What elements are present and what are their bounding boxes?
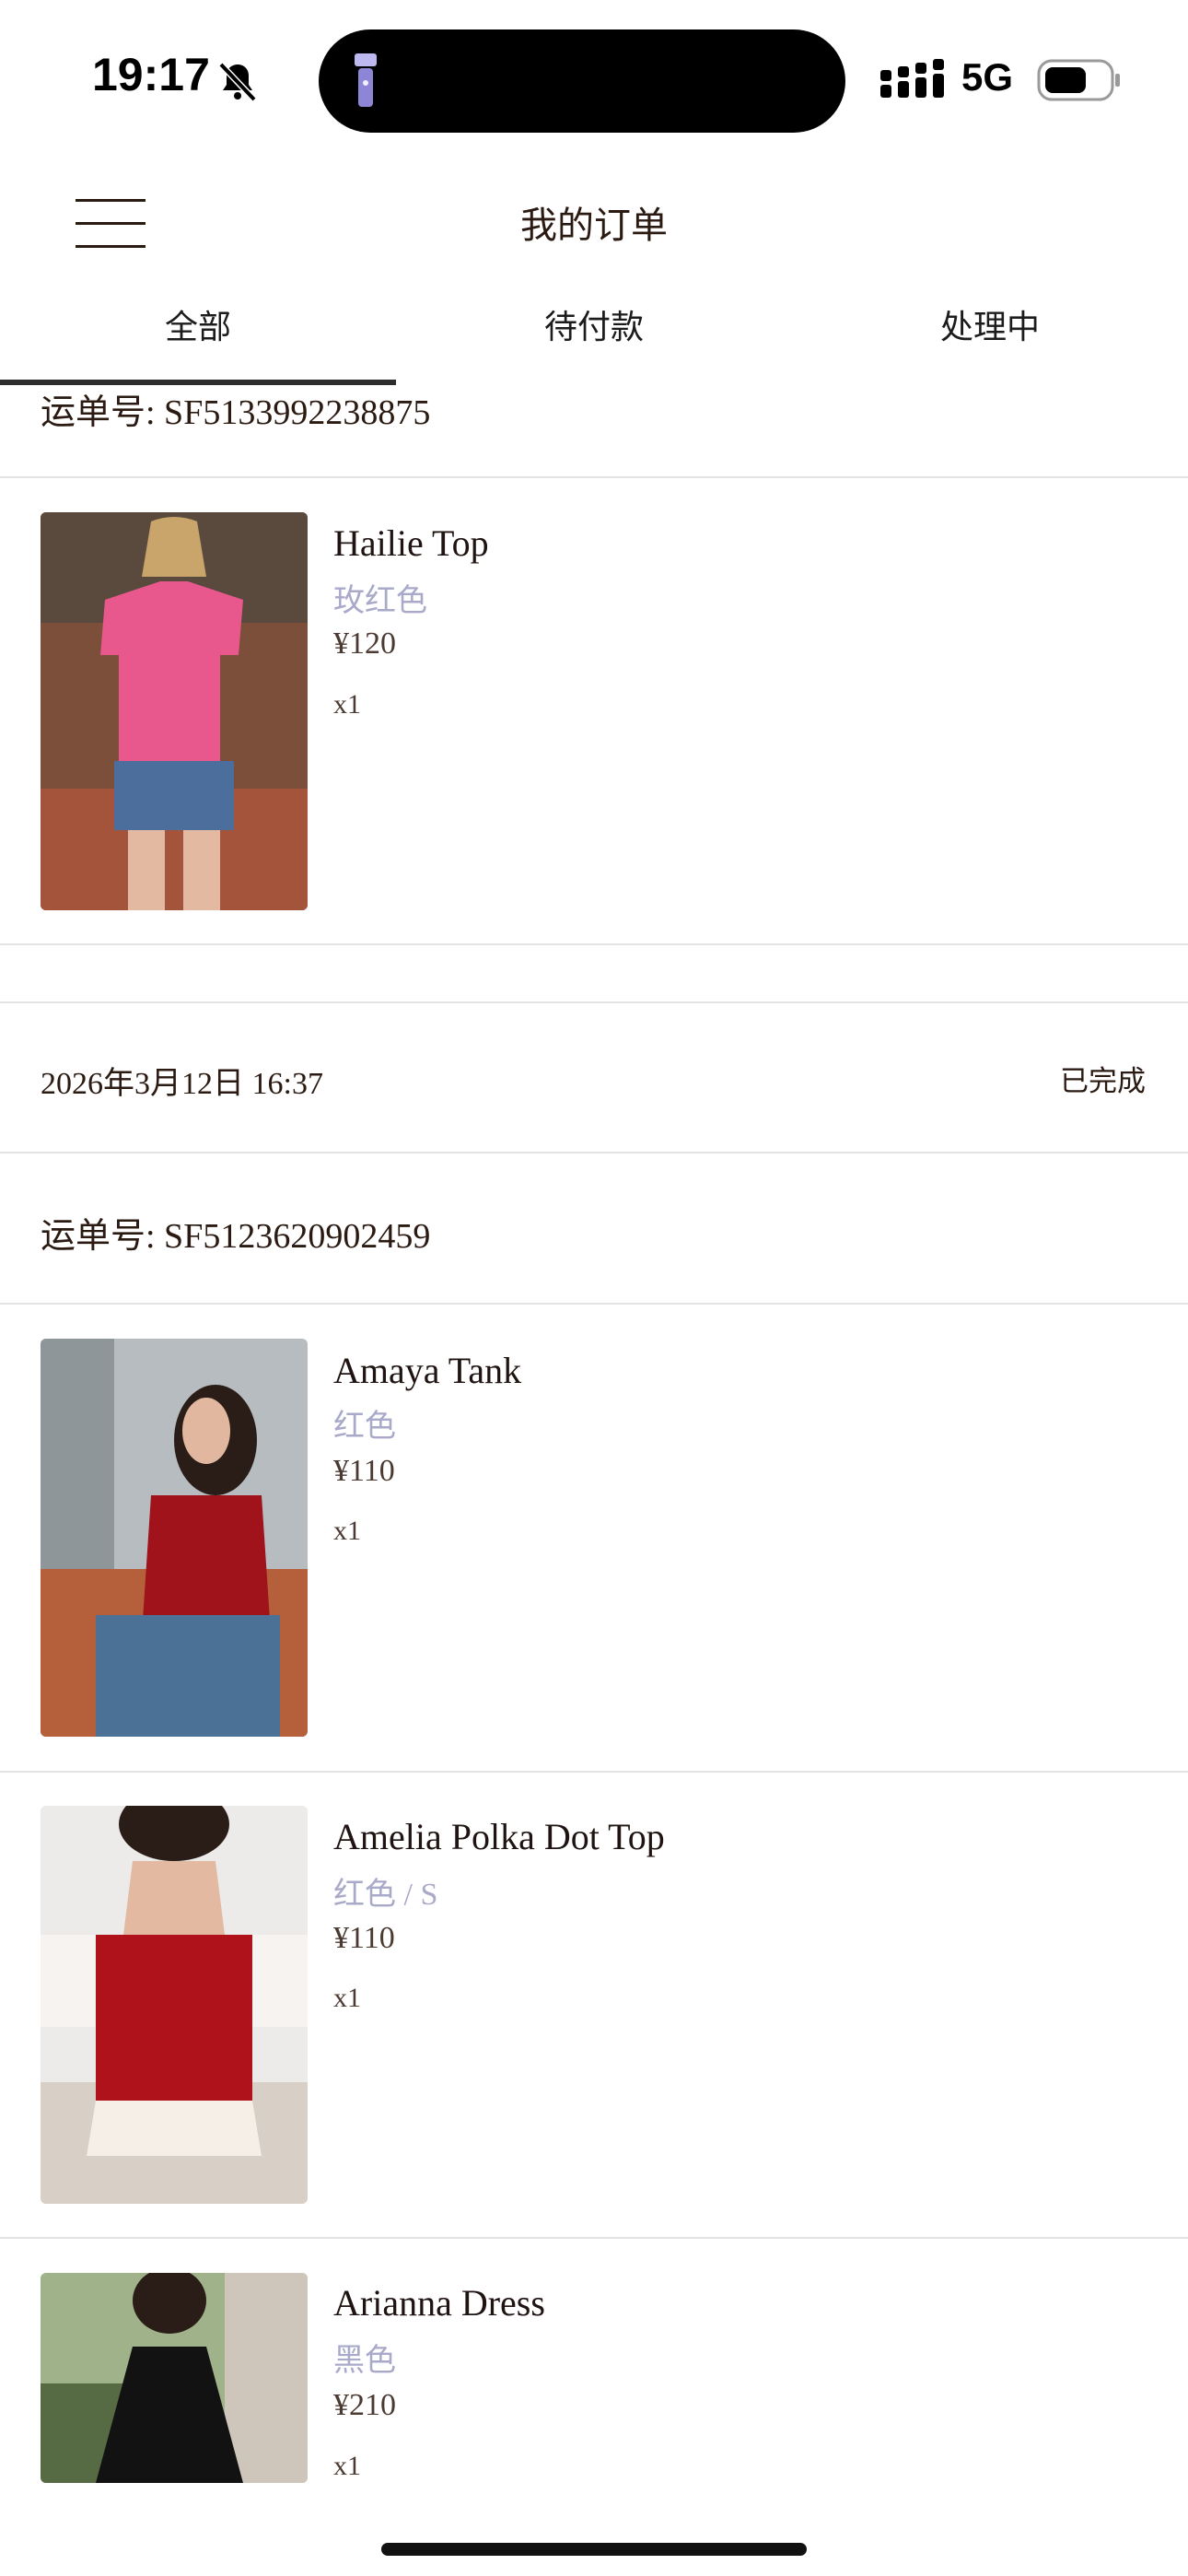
product-image[interactable] (41, 1339, 308, 1737)
product-image[interactable] (41, 512, 308, 910)
product-variant: 红色 (333, 1410, 396, 1444)
battery-icon (1037, 59, 1120, 101)
product-quantity: x1 (333, 2451, 361, 2481)
divider (0, 2237, 1188, 2239)
product-price: ¥110 (333, 1454, 395, 1488)
tab-pending-payment[interactable]: 待付款 (396, 300, 792, 348)
product-price: ¥110 (333, 1921, 395, 1955)
status-time: 19:17 (92, 49, 210, 100)
tab-processing[interactable]: 处理中 (792, 300, 1188, 348)
order-date: 2026年3月12日 16:37 (41, 1067, 323, 1101)
network-type: 5G (961, 55, 1014, 99)
product-image[interactable] (41, 1806, 308, 2204)
product-name[interactable]: Amaya Tank (333, 1349, 521, 1392)
signal-icon (880, 59, 944, 98)
waybill-number[interactable]: 运单号: SF5133992238875 (41, 383, 430, 434)
product-image[interactable] (41, 2273, 308, 2483)
product-variant: 玫红色 (333, 584, 427, 618)
tab-all[interactable]: 全部 (0, 300, 396, 348)
product-price: ¥210 (333, 2388, 396, 2422)
divider (0, 943, 1188, 945)
order-status: 已完成 (1060, 1065, 1146, 1097)
bell-slash-icon (218, 62, 257, 102)
divider (0, 1152, 1188, 1153)
divider (0, 1771, 1188, 1773)
product-variant: 黑色 (333, 2344, 396, 2378)
product-quantity: x1 (333, 1516, 361, 1546)
divider (0, 476, 1188, 478)
divider (0, 1303, 1188, 1305)
product-price: ¥120 (333, 626, 396, 661)
page-title: 我的订单 (520, 205, 668, 246)
product-variant: 红色 / S (333, 1878, 438, 1912)
product-name[interactable]: Hailie Top (333, 521, 489, 565)
product-name[interactable]: Amelia Polka Dot Top (333, 1815, 665, 1858)
home-indicator[interactable] (381, 2543, 807, 2556)
waybill-number[interactable]: 运单号: SF5123620902459 (41, 1207, 430, 1258)
product-quantity: x1 (333, 1983, 361, 2013)
flashlight-icon (355, 53, 377, 107)
dynamic-island (319, 29, 845, 133)
divider (0, 1001, 1188, 1003)
product-name[interactable]: Arianna Dress (333, 2281, 545, 2324)
product-quantity: x1 (333, 689, 361, 720)
